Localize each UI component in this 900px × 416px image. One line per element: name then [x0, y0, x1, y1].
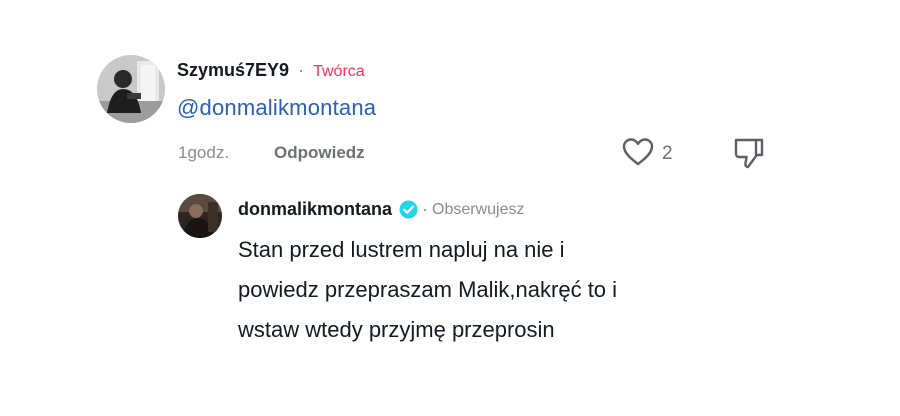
following-status: Obserwujesz — [432, 200, 525, 218]
reply-username[interactable]: donmalikmontana — [238, 199, 392, 220]
comment-mention[interactable]: @donmalikmontana — [177, 95, 376, 121]
heart-outline-icon — [622, 137, 654, 172]
comment-username[interactable]: Szymuś7EY9 — [177, 60, 289, 80]
comment-time: 1godz. — [178, 143, 230, 162]
reply-text-line: powiedz przepraszam Malik,nakręć to i — [238, 277, 618, 302]
thumbs-down-icon — [732, 138, 766, 174]
dislike-button[interactable] — [732, 136, 766, 170]
separator-dot: · — [298, 60, 305, 80]
like-button[interactable]: 2 — [622, 137, 673, 172]
reply-text: Stan przed lustrem napluj na nie i powie… — [238, 230, 838, 350]
creator-badge: Twórca — [313, 63, 365, 80]
reply-text-line: Stan przed lustrem napluj na nie i — [238, 237, 565, 262]
comment-header: Szymuś7EY9 · Twórca — [177, 60, 365, 81]
separator-dot: · — [422, 199, 429, 219]
avatar[interactable] — [97, 55, 165, 123]
verified-badge-icon — [399, 200, 418, 219]
reply-button[interactable]: Odpowiedz — [274, 143, 365, 163]
like-count: 2 — [662, 143, 673, 164]
reply-header: donmalikmontana · Obserwujesz — [238, 199, 525, 220]
comments-panel: Szymuś7EY9 · Twórca @donmalikmontana 1go… — [0, 0, 900, 416]
reply-avatar[interactable] — [178, 194, 222, 238]
reply-text-line: wstaw wtedy przyjmę przeprosin — [238, 317, 555, 342]
